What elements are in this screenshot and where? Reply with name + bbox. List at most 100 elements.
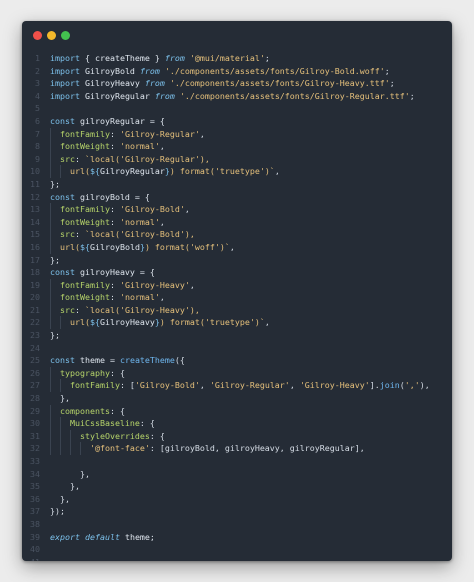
code-token: './components/assets/fonts/Gilroy-Bold.w… bbox=[164, 65, 385, 76]
code-token: , bbox=[159, 141, 165, 152]
code-token: , bbox=[199, 128, 205, 139]
code-token: default bbox=[84, 531, 120, 542]
code-token: 'Gilroy-Bold' bbox=[134, 380, 200, 391]
code-token: gilroyHeavy = { bbox=[74, 267, 155, 278]
code-token: fontFamily bbox=[69, 380, 120, 391]
code-token: styleOverrides bbox=[79, 430, 150, 441]
line-number: 31 bbox=[30, 430, 40, 441]
line-number: 21 bbox=[30, 304, 40, 315]
code-token: , bbox=[159, 216, 165, 227]
code-token: fontWeight bbox=[60, 216, 110, 227]
code-token: theme; bbox=[119, 531, 155, 542]
code-token: 'Gilroy-Heavy' bbox=[119, 279, 190, 290]
code-token: : { bbox=[139, 418, 155, 429]
code-token: ',' bbox=[404, 380, 420, 391]
code-line: 15 src: `local('Gilroy-Bold'), bbox=[22, 228, 452, 241]
minimize-button[interactable] bbox=[47, 31, 56, 40]
code-token: }, bbox=[50, 468, 90, 479]
code-token: fontWeight bbox=[60, 141, 110, 152]
code-line: 4 import GilroyRegular from './components… bbox=[22, 90, 452, 103]
code-token: './components/assets/fonts/Gilroy-Heavy.… bbox=[169, 78, 390, 89]
code-editor[interactable]: 1 import { createTheme } from '@mui/mater… bbox=[22, 52, 452, 561]
line-number: 32 bbox=[30, 443, 40, 454]
line-number: 11 bbox=[30, 178, 40, 189]
code-line: 35 }, bbox=[22, 480, 452, 493]
line-number: 3 bbox=[35, 78, 40, 89]
code-line: 28 }, bbox=[22, 392, 452, 405]
code-text: const gilroyHeavy = { bbox=[50, 266, 155, 279]
code-line: 34 }, bbox=[22, 468, 452, 481]
code-line: 29 components: { bbox=[22, 404, 452, 418]
code-token: components bbox=[60, 405, 110, 416]
code-token: 'normal' bbox=[119, 216, 160, 227]
code-text: }, bbox=[50, 493, 70, 506]
close-button[interactable] bbox=[33, 31, 42, 40]
code-line: 3 import GilroyHeavy from './components/a… bbox=[22, 77, 452, 90]
code-token: GilroyRegular bbox=[99, 166, 165, 177]
code-line: 5 bbox=[22, 102, 452, 115]
code-token: : bbox=[109, 128, 120, 139]
code-line: 31 styleOverrides: { bbox=[22, 429, 452, 443]
code-text: }, bbox=[50, 392, 70, 405]
code-token: }; bbox=[50, 330, 60, 341]
line-number: 19 bbox=[30, 279, 40, 290]
line-number: 18 bbox=[30, 267, 40, 278]
code-token: , bbox=[274, 166, 280, 177]
code-token: ({ bbox=[174, 355, 185, 366]
code-token: ${ bbox=[79, 241, 90, 252]
code-token: src bbox=[60, 304, 75, 315]
code-line: 26 typography: { bbox=[22, 366, 452, 380]
code-text: components: { bbox=[50, 405, 125, 418]
code-text: }, bbox=[50, 468, 90, 481]
code-token: { createTheme } bbox=[79, 53, 165, 63]
line-number: 33 bbox=[30, 456, 40, 466]
line-number: 12 bbox=[30, 191, 40, 202]
code-token: ) format('truetype')` bbox=[169, 166, 275, 177]
line-number: 39 bbox=[30, 531, 40, 542]
code-text: fontFamily: ['Gilroy-Bold', 'Gilroy-Regu… bbox=[50, 379, 430, 392]
code-token: src bbox=[60, 153, 75, 164]
code-token: : bbox=[109, 141, 120, 152]
code-token: 'Gilroy-Heavy' bbox=[299, 380, 370, 391]
line-number: 5 bbox=[35, 103, 40, 114]
line-number: 22 bbox=[30, 317, 40, 328]
code-text: }); bbox=[50, 505, 65, 518]
code-token: theme = bbox=[74, 355, 120, 366]
maximize-button[interactable] bbox=[61, 31, 70, 40]
code-line: 30 MuiCssBaseline: { bbox=[22, 417, 452, 430]
line-number: 27 bbox=[30, 380, 40, 391]
line-number: 2 bbox=[35, 65, 40, 76]
code-token: : bbox=[75, 229, 85, 240]
code-token: , bbox=[189, 279, 195, 290]
code-token: : { bbox=[109, 405, 125, 416]
code-token: from bbox=[139, 65, 160, 76]
code-text: fontFamily: 'Gilroy-Bold', bbox=[50, 203, 190, 216]
code-line: 27 fontFamily: ['Gilroy-Bold', 'Gilroy-R… bbox=[22, 379, 452, 393]
code-token: GilroyBold bbox=[89, 241, 140, 252]
code-text: const gilroyBold = { bbox=[50, 191, 150, 204]
line-number: 15 bbox=[30, 229, 40, 240]
line-number: 10 bbox=[30, 166, 40, 177]
line-number: 8 bbox=[35, 141, 40, 152]
line-number: 25 bbox=[30, 355, 40, 366]
code-token: from bbox=[164, 53, 185, 63]
line-number: 23 bbox=[30, 330, 40, 341]
code-token: 'Gilroy-Regular' bbox=[209, 380, 290, 391]
code-text: fontWeight: 'normal', bbox=[50, 140, 165, 153]
code-text: const gilroyRegular = { bbox=[50, 115, 165, 128]
code-token: ; bbox=[384, 65, 390, 76]
code-text: }; bbox=[50, 178, 60, 191]
code-token: : bbox=[109, 204, 120, 215]
code-token: gilroyBold = { bbox=[74, 191, 150, 202]
code-token: ; bbox=[389, 78, 395, 89]
code-line: 36 }, bbox=[22, 493, 452, 506]
code-token: import bbox=[50, 78, 80, 89]
code-token: }, bbox=[50, 393, 70, 404]
code-text: }; bbox=[50, 254, 60, 267]
